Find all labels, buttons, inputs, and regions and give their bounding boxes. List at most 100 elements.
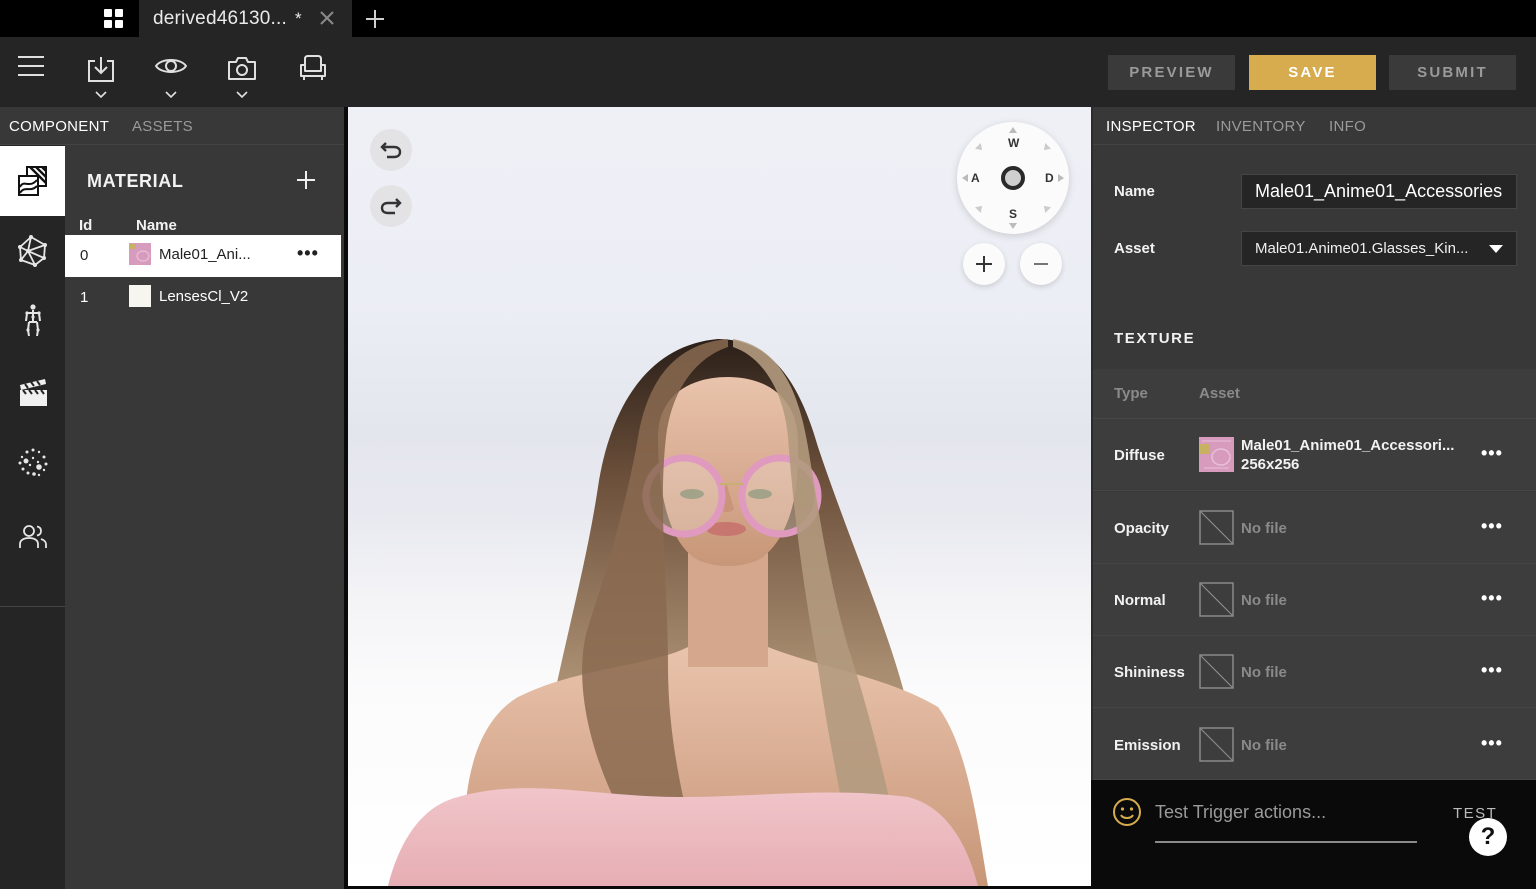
plus-icon[interactable] — [295, 169, 317, 191]
rail-item-particles[interactable] — [0, 428, 65, 498]
material-row[interactable]: 1 LensesCl_V2 — [65, 277, 341, 319]
rail-item-mesh[interactable] — [0, 216, 65, 286]
material-thumbnail — [129, 285, 151, 307]
rail-item-animation[interactable] — [0, 357, 65, 427]
texture-row-opacity[interactable]: Opacity No file ••• — [1093, 492, 1536, 564]
texture-section-title: TEXTURE — [1114, 330, 1196, 347]
more-options-button[interactable]: ••• — [1481, 733, 1503, 754]
asset-select[interactable]: Male01.Anime01.Glasses_Kin... — [1241, 231, 1517, 266]
chevron-down-icon — [165, 91, 177, 99]
close-icon[interactable] — [317, 8, 337, 28]
nav-key-d[interactable]: D — [1045, 171, 1054, 185]
nav-key-s[interactable]: S — [1009, 207, 1017, 221]
nav-key-w[interactable]: W — [1008, 136, 1019, 150]
minus-icon — [1034, 263, 1048, 265]
name-input[interactable] — [1241, 174, 1517, 209]
save-button[interactable]: SAVE — [1249, 55, 1376, 90]
texture-row-normal[interactable]: Normal No file ••• — [1093, 564, 1536, 636]
more-options-button[interactable]: ••• — [1481, 660, 1503, 681]
plus-icon[interactable] — [363, 7, 387, 31]
grid-icon[interactable] — [104, 9, 124, 29]
particles-icon — [18, 448, 47, 477]
arrow-right-icon — [1058, 174, 1064, 182]
nav-center-button[interactable] — [1001, 166, 1025, 190]
column-header-asset: Asset — [1199, 385, 1240, 402]
mesh-icon — [17, 235, 47, 267]
arrow-diag-icon — [1041, 143, 1051, 153]
help-button[interactable]: ? — [1469, 818, 1507, 856]
rail-item-skeleton[interactable] — [0, 286, 65, 356]
armchair-icon — [300, 55, 326, 80]
more-options-button[interactable]: ••• — [297, 243, 319, 264]
texture-asset-name: No file — [1241, 592, 1287, 609]
trigger-input[interactable] — [1155, 798, 1417, 826]
material-icon — [17, 166, 47, 196]
empty-texture-icon[interactable] — [1199, 510, 1234, 545]
texture-size: 256x256 — [1241, 456, 1300, 473]
texture-asset-name: No file — [1241, 737, 1287, 754]
material-name: Male01_Ani... — [159, 246, 251, 263]
zoom-out-button[interactable] — [1020, 243, 1062, 285]
caret-down-icon — [1489, 245, 1503, 253]
rail-item-users[interactable] — [0, 502, 65, 572]
camera-icon — [228, 57, 256, 80]
more-options-button[interactable]: ••• — [1481, 516, 1503, 537]
menu-button[interactable] — [11, 55, 51, 103]
tab-inspector[interactable]: INSPECTOR — [1106, 118, 1196, 135]
document-tab[interactable]: derived46130... * — [139, 0, 352, 37]
arrow-diag-icon — [975, 143, 985, 153]
tab-inventory[interactable]: INVENTORY — [1216, 118, 1306, 135]
undo-icon — [380, 142, 402, 159]
empty-texture-icon[interactable] — [1199, 727, 1234, 762]
texture-asset-name: No file — [1241, 664, 1287, 681]
more-options-button[interactable]: ••• — [1481, 588, 1503, 609]
texture-row-emission[interactable]: Emission No file ••• — [1093, 708, 1536, 780]
chevron-down-icon — [236, 91, 248, 99]
trigger-bar: TEST ? — [1091, 780, 1536, 889]
nav-key-a[interactable]: A — [971, 171, 980, 185]
smiley-icon[interactable] — [1112, 797, 1142, 827]
tab-component[interactable]: COMPONENT — [9, 118, 109, 135]
users-icon — [18, 525, 47, 548]
rail-divider — [0, 606, 65, 607]
clapperboard-icon — [19, 379, 47, 406]
download-tray-icon — [88, 57, 114, 82]
material-row[interactable]: 0 Male01_Ani... ••• — [65, 235, 341, 277]
hamburger-icon — [18, 56, 44, 76]
view-button[interactable] — [151, 55, 191, 103]
redo-button[interactable] — [370, 185, 412, 227]
3d-viewport[interactable]: W A D S — [348, 107, 1091, 886]
texture-type: Normal — [1114, 592, 1166, 609]
inspector-panel: INSPECTOR INVENTORY INFO Name Asset Male… — [1091, 107, 1536, 780]
texture-row-diffuse[interactable]: Diffuse Male01_Anime01_Accessori... 256x… — [1093, 419, 1536, 491]
name-label: Name — [1114, 183, 1155, 200]
preview-button[interactable]: PREVIEW — [1108, 55, 1235, 90]
texture-type: Opacity — [1114, 520, 1170, 537]
texture-table-header: Type Asset — [1093, 369, 1536, 419]
snapshot-button[interactable] — [222, 55, 262, 103]
arrow-diag-icon — [1041, 203, 1051, 213]
eye-icon — [155, 59, 187, 73]
navigation-pad[interactable]: W A D S — [957, 122, 1069, 234]
tab-assets[interactable]: ASSETS — [132, 118, 193, 135]
texture-thumbnail[interactable] — [1199, 437, 1234, 472]
rail-item-material[interactable] — [0, 146, 65, 216]
empty-texture-icon[interactable] — [1199, 582, 1234, 617]
undo-button[interactable] — [370, 129, 412, 171]
texture-row-shininess[interactable]: Shininess No file ••• — [1093, 636, 1536, 708]
import-button[interactable] — [81, 55, 121, 103]
material-thumbnail — [129, 243, 151, 265]
plus-icon — [976, 256, 992, 272]
furniture-button[interactable] — [293, 55, 333, 103]
zoom-in-button[interactable] — [963, 243, 1005, 285]
empty-texture-icon[interactable] — [1199, 654, 1234, 689]
panel-title: MATERIAL — [87, 171, 184, 191]
material-id: 1 — [80, 289, 89, 306]
texture-type: Shininess — [1114, 664, 1185, 681]
more-options-button[interactable]: ••• — [1481, 443, 1503, 464]
arrow-left-icon — [962, 174, 968, 182]
submit-button[interactable]: SUBMIT — [1389, 55, 1516, 90]
tab-info[interactable]: INFO — [1329, 118, 1366, 135]
tab-title: derived46130... — [153, 7, 287, 29]
material-name: LensesCl_V2 — [159, 288, 249, 305]
